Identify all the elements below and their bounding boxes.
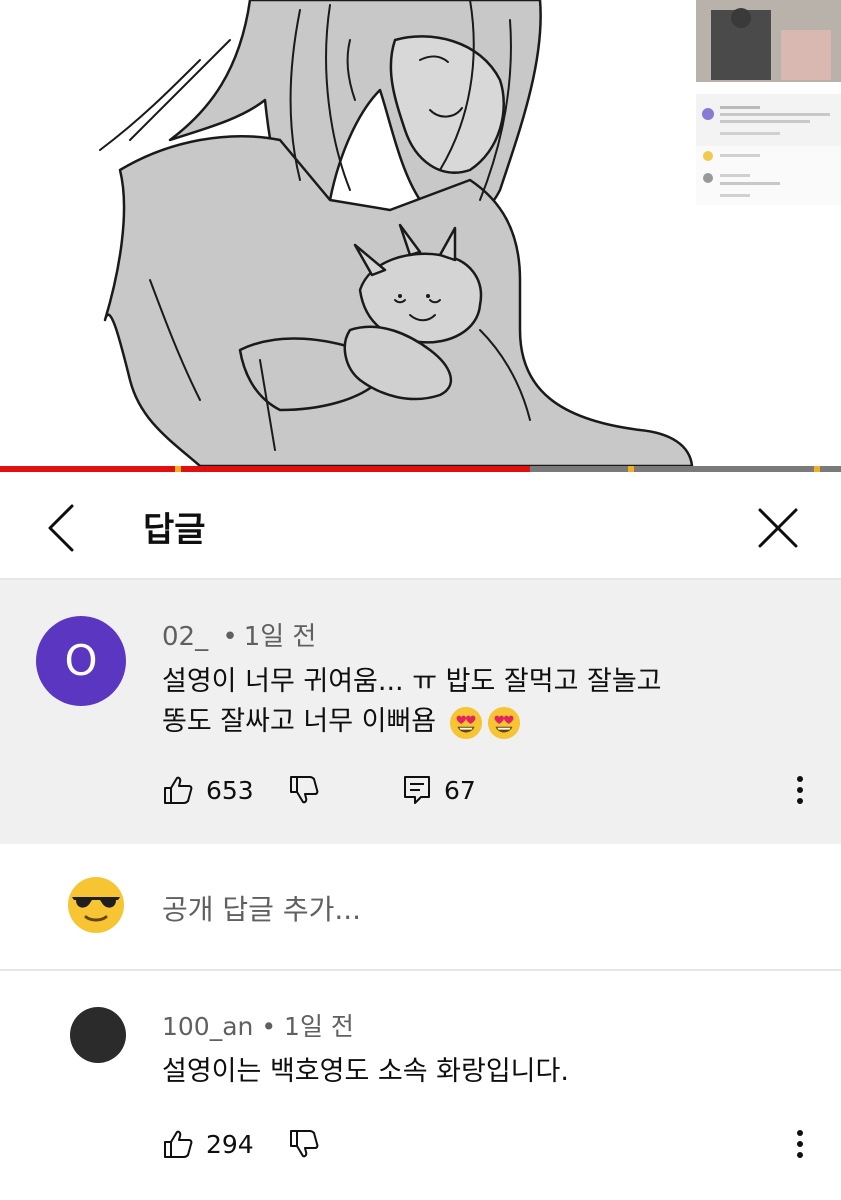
dislike-button[interactable] bbox=[288, 1124, 332, 1164]
close-icon bbox=[758, 508, 798, 548]
chevron-left-icon bbox=[48, 504, 74, 552]
meta-separator: • bbox=[222, 622, 238, 652]
like-button[interactable]: 653 bbox=[162, 770, 254, 810]
meta-separator: • bbox=[261, 1012, 285, 1041]
thumbs-up-icon bbox=[164, 776, 193, 804]
reply-comment: 100_an • 1일 전 설영이는 백호영도 소속 화랑입니다. 294 bbox=[0, 971, 841, 1200]
comment-actions: 294 bbox=[162, 1124, 822, 1164]
embedded-screenshot-thumbnail bbox=[696, 0, 841, 205]
thumbs-up-icon bbox=[164, 1130, 193, 1158]
like-button[interactable]: 294 bbox=[162, 1124, 254, 1164]
comment-line-with-emoji: 똥도 잘싸고 너무 이뻐욤 bbox=[162, 702, 722, 742]
replies-header: 답글 bbox=[0, 472, 841, 580]
more-options-button[interactable] bbox=[790, 770, 810, 810]
reply-input[interactable]: 공개 답글 추가... bbox=[162, 888, 361, 928]
sunglasses-emoji-avatar-icon bbox=[68, 877, 124, 933]
comment-time: 1일 전 bbox=[243, 622, 317, 652]
comment-author[interactable]: 100_an bbox=[162, 1012, 253, 1041]
back-button[interactable] bbox=[40, 502, 84, 554]
comment-time: 1일 전 bbox=[284, 1012, 354, 1041]
avatar[interactable]: O bbox=[36, 616, 126, 706]
close-button[interactable] bbox=[752, 502, 804, 554]
avatar[interactable] bbox=[70, 1007, 126, 1063]
like-count: 294 bbox=[206, 1129, 254, 1159]
more-options-button[interactable] bbox=[790, 1124, 810, 1164]
heart-eyes-emoji-icon bbox=[449, 706, 482, 739]
comment-text: 설영이는 백호영도 소속 화랑입니다. bbox=[162, 1056, 569, 1087]
comment-meta: 02_ • 1일 전 bbox=[162, 616, 316, 653]
comment-text: 설영이 너무 귀여움... ㅠ 밥도 잘먹고 잘놀고 똥도 잘싸고 너무 이뻐욤 bbox=[162, 662, 722, 742]
more-vertical-icon bbox=[797, 1130, 803, 1158]
like-count: 653 bbox=[206, 775, 254, 805]
reply-count: 67 bbox=[444, 775, 476, 805]
video-player[interactable] bbox=[0, 0, 841, 472]
add-reply-row: 공개 답글 추가... bbox=[0, 844, 841, 971]
more-vertical-icon bbox=[797, 776, 803, 804]
comment-icon bbox=[404, 776, 430, 804]
heart-eyes-emoji-icon bbox=[487, 706, 520, 739]
comment-author[interactable]: 02_ bbox=[162, 622, 208, 652]
thumbs-down-icon bbox=[290, 776, 319, 804]
dislike-button[interactable] bbox=[288, 770, 332, 810]
thumbs-down-icon bbox=[290, 1130, 319, 1158]
comment-line: 설영이 너무 귀여움... ㅠ 밥도 잘먹고 잘놀고 bbox=[162, 666, 662, 697]
reply-count-button[interactable]: 67 bbox=[402, 770, 476, 810]
video-frame-drawing bbox=[99, 0, 694, 466]
comment-line: 똥도 잘싸고 너무 이뻐욤 bbox=[162, 706, 437, 737]
comment-meta: 100_an • 1일 전 bbox=[162, 1007, 354, 1043]
parent-comment: O 02_ • 1일 전 설영이 너무 귀여움... ㅠ 밥도 잘먹고 잘놀고 똥… bbox=[0, 580, 841, 844]
comment-actions: 653 67 bbox=[162, 770, 822, 810]
page-title: 답글 bbox=[143, 510, 206, 550]
